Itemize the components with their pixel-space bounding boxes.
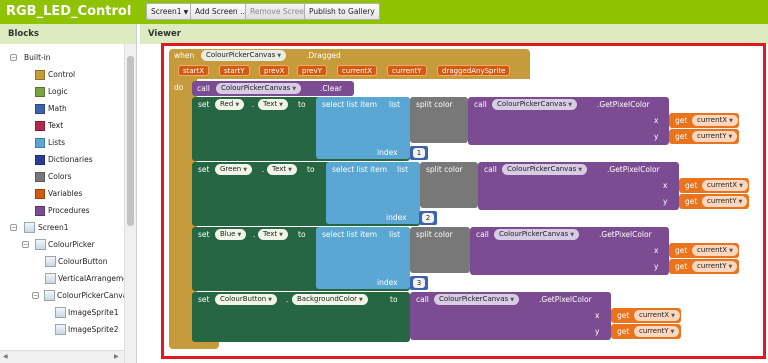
top-bar: RGB_LED_Control Screen1 ▼ Add Screen ... … (0, 0, 768, 24)
tree-item-label: Built-in (24, 53, 51, 62)
canvas-icon (44, 290, 55, 301)
dictionaries-color-swatch (35, 155, 45, 165)
control-color-swatch (35, 70, 45, 80)
tree-item-label: ColourPickerCanvas (57, 291, 124, 300)
scroll-right-icon[interactable]: ▶ (114, 353, 119, 360)
category-variables[interactable]: Variables (35, 187, 120, 201)
tree-item-label: Screen1 (38, 223, 69, 232)
category-label: Procedures (48, 206, 90, 215)
category-label: Math (48, 104, 67, 113)
screen-icon (24, 222, 35, 233)
tree-item-label: ImageSprite1 (68, 308, 119, 317)
category-logic[interactable]: Logic (35, 85, 120, 99)
button-icon (45, 256, 56, 267)
collapse-icon[interactable]: − (22, 241, 29, 248)
category-label: Control (48, 70, 76, 79)
sprite-icon (55, 307, 66, 318)
collapse-icon[interactable]: − (10, 54, 17, 61)
category-control[interactable]: Control (35, 68, 120, 82)
tree-item-verticalarrangement[interactable]: VerticalArrangemer (45, 272, 124, 286)
add-screen-button[interactable]: Add Screen ... (190, 3, 253, 20)
arrangement-icon (35, 239, 46, 250)
chevron-down-icon: ▼ (183, 9, 189, 16)
category-label: Dictionaries (48, 155, 93, 164)
arrangement-icon (45, 273, 56, 284)
category-label: Text (48, 121, 64, 130)
scrollbar-thumb[interactable] (127, 56, 134, 226)
colors-color-swatch (35, 172, 45, 182)
blocks-tree: − Built-in Control Logic Math Text Lists… (0, 44, 124, 363)
blocks-panel: Blocks − Built-in Control Logic Math Tex… (0, 24, 137, 363)
highlight-frame (161, 43, 766, 359)
tree-item-builtin[interactable]: − Built-in (10, 51, 120, 65)
collapse-icon[interactable]: − (10, 224, 17, 231)
procedures-color-swatch (35, 206, 45, 216)
blocks-panel-title: Blocks (0, 24, 136, 44)
blocks-vertical-scrollbar[interactable] (124, 44, 136, 363)
tree-item-label: ColourButton (58, 257, 108, 266)
publish-gallery-button[interactable]: Publish to Gallery (304, 3, 380, 20)
lists-color-swatch (35, 138, 45, 148)
blocks-horizontal-scrollbar[interactable]: ◀ ▶ (0, 350, 124, 363)
category-label: Variables (48, 189, 83, 198)
category-label: Logic (48, 87, 68, 96)
tree-item-label: ImageSprite2 (68, 325, 119, 334)
tree-item-colourpickercanvas[interactable]: − ColourPickerCanvas (32, 289, 124, 303)
logic-color-swatch (35, 87, 45, 97)
tree-item-label: VerticalArrangemer (58, 274, 124, 283)
viewer-panel-title: Viewer (140, 24, 768, 44)
category-procedures[interactable]: Procedures (35, 204, 120, 218)
category-text[interactable]: Text (35, 119, 120, 133)
scroll-left-icon[interactable]: ◀ (3, 353, 8, 360)
math-color-swatch (35, 104, 45, 114)
category-colors[interactable]: Colors (35, 170, 120, 184)
tree-item-imagesprite2[interactable]: ImageSprite2 (55, 323, 120, 337)
category-label: Lists (48, 138, 66, 147)
screen-select-dropdown[interactable]: Screen1 ▼ (146, 3, 194, 20)
category-lists[interactable]: Lists (35, 136, 120, 150)
tree-item-colourbutton[interactable]: ColourButton (45, 255, 120, 269)
screen-select-label: Screen1 (151, 7, 182, 16)
collapse-icon[interactable]: − (32, 292, 39, 299)
sprite-icon (55, 324, 66, 335)
tree-item-colourpicker[interactable]: − ColourPicker (22, 238, 120, 252)
tree-item-screen1[interactable]: − Screen1 (10, 221, 120, 235)
category-dictionaries[interactable]: Dictionaries (35, 153, 120, 167)
category-math[interactable]: Math (35, 102, 120, 116)
tree-item-imagesprite1[interactable]: ImageSprite1 (55, 306, 120, 320)
tree-item-label: ColourPicker (48, 240, 95, 249)
category-label: Colors (48, 172, 72, 181)
app-title: RGB_LED_Control (6, 4, 132, 19)
text-color-swatch (35, 121, 45, 131)
variables-color-swatch (35, 189, 45, 199)
